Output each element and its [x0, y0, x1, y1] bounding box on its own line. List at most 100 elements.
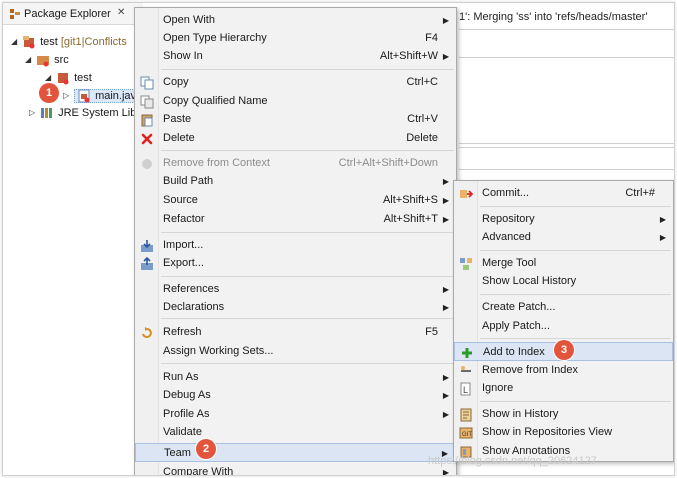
commit-icon [460, 190, 473, 198]
menu-item-label: Remove from Context [163, 157, 270, 169]
menu-item-shortcut: Ctrl+V [407, 113, 438, 125]
menu-item-label: Show Local History [482, 275, 577, 287]
team-item-repository[interactable]: Repository ▶ [454, 210, 673, 229]
context-item-remove-from-context: Remove from Context Ctrl+Alt+Shift+Down [135, 154, 456, 173]
menu-separator [480, 206, 671, 207]
context-item-team[interactable]: Team ▶ [135, 443, 456, 462]
menu-item-label: Remove from Index [482, 364, 578, 376]
package-explorer-icon [10, 9, 20, 19]
menu-separator [480, 294, 671, 295]
team-item-remove-from-index[interactable]: Remove from Index [454, 361, 673, 380]
copy-icon [140, 76, 154, 90]
editor-divider [459, 29, 674, 30]
menu-item-label: Advanced [482, 231, 531, 243]
menu-item-label: Show In [163, 50, 203, 62]
svg-text:GIT: GIT [462, 432, 472, 438]
team-item-show-local-history[interactable]: Show Local History [454, 272, 673, 291]
history-icon [460, 408, 472, 422]
remove-index-icon [461, 366, 471, 372]
submenu-arrow-icon: ▶ [442, 52, 449, 61]
collapsed-arrow-icon[interactable]: ▷ [63, 87, 71, 105]
context-item-debug-as[interactable]: Debug As ▶ [135, 386, 456, 405]
submenu-arrow-icon: ▶ [442, 196, 449, 205]
menu-item-label: Merge Tool [482, 257, 537, 269]
submenu-arrow-icon: ▶ [442, 391, 449, 400]
add-icon [462, 348, 472, 358]
team-item-ignore[interactable]: L Ignore [454, 379, 673, 398]
context-item-open-with[interactable]: Open With ▶ [135, 11, 456, 30]
context-item-import[interactable]: Import... [135, 236, 456, 255]
context-item-export[interactable]: Export... [135, 254, 456, 273]
context-item-build-path[interactable]: Build Path ▶ [135, 172, 456, 191]
close-icon[interactable]: ✕ [117, 7, 125, 18]
context-item-declarations[interactable]: Declarations ▶ [135, 298, 456, 317]
team-item-show-in-repositories-view[interactable]: GIT Show in Repositories View [454, 423, 673, 442]
menu-item-label: Delete [163, 132, 195, 144]
remove-context-icon [142, 159, 152, 169]
context-item-profile-as[interactable]: Profile As ▶ [135, 405, 456, 424]
menu-item-label: Validate [163, 426, 202, 438]
team-item-apply-patch[interactable]: Apply Patch... [454, 317, 673, 336]
menu-item-label: Run As [163, 371, 199, 383]
context-item-run-as[interactable]: Run As ▶ [135, 368, 456, 387]
tree-item-jre[interactable]: ▷ JRE System Libr [29, 104, 140, 122]
team-item-create-patch[interactable]: Create Patch... [454, 298, 673, 317]
submenu-arrow-icon: ▶ [442, 177, 449, 186]
context-item-validate[interactable]: Validate [135, 423, 456, 442]
menu-item-label: Build Path [163, 175, 214, 187]
expanded-arrow-icon[interactable]: ◢ [11, 33, 19, 51]
expanded-arrow-icon[interactable]: ◢ [25, 51, 33, 69]
menu-item-shortcut: Alt+Shift+S [382, 194, 438, 206]
merge-tool-icon [460, 258, 472, 270]
source-folder-icon [37, 56, 50, 67]
watermark: https://blog.csdn.net/qq_20624127 [428, 455, 597, 467]
context-item-show-in[interactable]: Show In Alt+Shift+W ▶ [135, 47, 456, 66]
context-item-delete[interactable]: Delete Delete [135, 129, 456, 148]
context-item-open-type-hierarchy[interactable]: Open Type Hierarchy F4 [135, 29, 456, 48]
editor-tab-title[interactable]: 1': Merging 'ss' into 'refs/heads/master… [459, 11, 647, 23]
context-menu: Open With ▶ Open Type Hierarchy F4 Show In Al… [134, 7, 457, 475]
tree-item-project[interactable]: ◢ test [git1|Conflicts [11, 33, 127, 51]
menu-item-label: Open Type Hierarchy [163, 32, 267, 44]
submenu-arrow-icon: ▶ [659, 233, 666, 242]
context-item-copy[interactable]: Copy Ctrl+C [135, 73, 456, 92]
context-item-paste[interactable]: Paste Ctrl+V [135, 110, 456, 129]
context-item-assign-working-sets[interactable]: Assign Working Sets... [135, 342, 456, 361]
menu-item-label: Open With [163, 14, 215, 26]
submenu-arrow-icon: ▶ [442, 303, 449, 312]
package-explorer-tab[interactable]: Package Explorer ✕ [3, 3, 143, 25]
team-item-commit[interactable]: Commit... Ctrl+# [454, 184, 673, 203]
menu-separator [161, 69, 454, 70]
context-item-source[interactable]: Source Alt+Shift+S ▶ [135, 191, 456, 210]
menu-item-shortcut: F5 [425, 326, 438, 338]
collapsed-arrow-icon[interactable]: ▷ [29, 104, 37, 122]
tree-item-file[interactable]: ▷ main.java [63, 87, 146, 105]
menu-item-label: Show in History [482, 408, 559, 420]
context-item-refactor[interactable]: Refactor Alt+Shift+T ▶ [135, 210, 456, 229]
context-item-compare-with[interactable]: Compare With ▶ [135, 463, 456, 475]
tree-item-label: test [40, 36, 58, 48]
menu-item-label: Repository [482, 213, 535, 225]
menu-item-label: Declarations [163, 301, 225, 313]
step-badge-3: 3 [554, 340, 574, 360]
menu-item-shortcut: Alt+Shift+T [383, 213, 438, 225]
menu-item-label: Source [163, 194, 198, 206]
context-item-refresh[interactable]: Refresh F5 [135, 323, 456, 342]
team-item-advanced[interactable]: Advanced ▶ [454, 228, 673, 247]
menu-item-label: Copy Qualified Name [163, 95, 268, 107]
editor-divider [459, 143, 674, 144]
svg-text:L: L [463, 385, 468, 395]
tree-item-src[interactable]: ◢ src [25, 51, 69, 69]
menu-item-shortcut: Ctrl+C [406, 76, 438, 88]
delete-icon [141, 133, 153, 145]
menu-item-label: Show in Repositories View [482, 426, 613, 438]
import-icon [141, 240, 153, 252]
context-item-copy-qualified-name[interactable]: Copy Qualified Name [135, 92, 456, 111]
submenu-arrow-icon: ▶ [442, 16, 449, 25]
team-item-show-in-history[interactable]: Show in History [454, 405, 673, 424]
menu-separator [161, 318, 454, 319]
menu-separator [161, 276, 454, 277]
team-item-merge-tool[interactable]: Merge Tool [454, 254, 673, 273]
context-item-references[interactable]: References ▶ [135, 280, 456, 299]
repositories-icon: GIT [459, 427, 473, 439]
